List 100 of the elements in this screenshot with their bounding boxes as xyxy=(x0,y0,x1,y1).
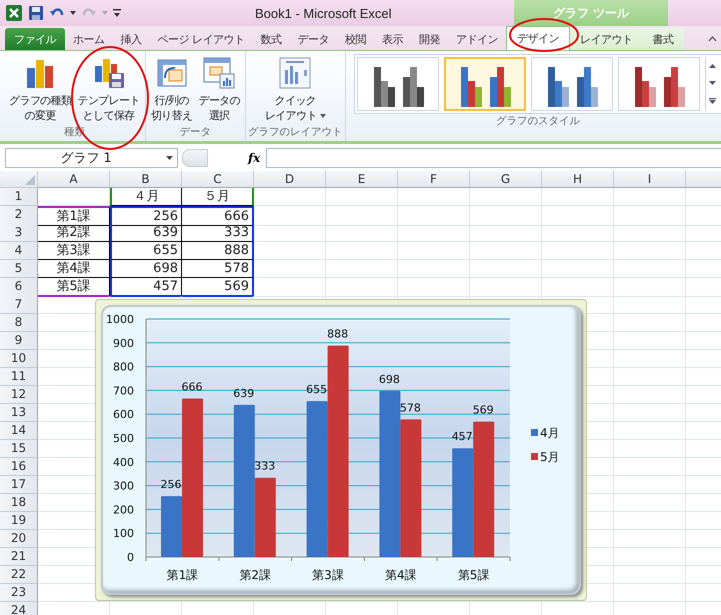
ribbon-tab[interactable]: ページ レイアウト xyxy=(150,28,252,50)
empty-cell xyxy=(254,188,326,206)
chart-style-thumbnail[interactable] xyxy=(356,57,439,111)
row-header[interactable]: 19 xyxy=(0,512,38,530)
row-header[interactable]: 21 xyxy=(0,548,38,566)
formula-input-field[interactable] xyxy=(266,148,721,168)
group-label: グラフのスタイル xyxy=(496,114,580,129)
caret-icon[interactable] xyxy=(70,11,76,15)
ribbon-tab[interactable]: 数式 xyxy=(252,28,290,50)
row-header[interactable]: 18 xyxy=(0,494,38,512)
empty-cell xyxy=(254,242,326,260)
row-header[interactable]: 4 xyxy=(0,242,38,260)
ribbon-button[interactable]: 行/列の 切り替え xyxy=(148,54,196,125)
empty-cell xyxy=(326,206,398,226)
more-styles-icon[interactable] xyxy=(709,98,716,104)
column-header[interactable]: G xyxy=(470,171,542,188)
chart-style-thumbnail[interactable] xyxy=(444,57,526,111)
row-header[interactable]: 11 xyxy=(0,368,38,386)
empty-cell xyxy=(614,548,686,566)
column-header[interactable]: F xyxy=(398,171,470,188)
empty-cell xyxy=(326,242,398,260)
axis-tick-label: 100 xyxy=(113,527,134,540)
ribbon-tab[interactable]: 書式 xyxy=(642,28,684,50)
row-header[interactable]: 16 xyxy=(0,458,38,476)
axis-tick-label: 第5課 xyxy=(458,568,490,582)
row-header[interactable]: 20 xyxy=(0,530,38,548)
scroll-up-icon[interactable] xyxy=(709,64,716,68)
table-chart-icon xyxy=(202,56,236,90)
empty-cell xyxy=(614,512,686,530)
empty-cell xyxy=(326,188,398,206)
axis-tick-label: 第3課 xyxy=(312,568,344,582)
empty-cell xyxy=(470,278,542,297)
row-header[interactable]: 12 xyxy=(0,386,38,404)
empty-cell xyxy=(542,224,614,242)
table-cell: 888 xyxy=(182,242,254,260)
axis-tick-label: 500 xyxy=(113,432,134,445)
row-header[interactable]: 13 xyxy=(0,404,38,422)
scroll-down-icon[interactable] xyxy=(709,80,716,85)
table-cell: ５月 xyxy=(182,188,254,206)
customize-menu-icon[interactable] xyxy=(113,9,121,17)
column-header[interactable]: A xyxy=(38,171,110,188)
row-header[interactable]: 24 xyxy=(0,602,38,615)
axis-tick-label: 第4課 xyxy=(384,568,417,582)
ribbon-tab[interactable]: ホーム xyxy=(65,28,112,50)
empty-cell xyxy=(398,260,470,278)
axis-tick-label: 200 xyxy=(113,503,134,516)
chart-style-thumbnail[interactable] xyxy=(618,57,700,111)
file-tab[interactable]: ファイル xyxy=(5,28,65,50)
ribbon-tab[interactable]: 校閲 xyxy=(337,28,374,50)
column-header[interactable]: C xyxy=(182,171,254,188)
ribbon-tab[interactable]: アドイン xyxy=(448,28,506,50)
row-header[interactable]: 3 xyxy=(0,224,38,242)
empty-cell xyxy=(614,278,686,297)
ribbon-tab[interactable]: デザイン xyxy=(506,26,570,50)
row-header[interactable]: 17 xyxy=(0,476,38,494)
column-header[interactable]: D xyxy=(254,171,326,188)
data-label: 698 xyxy=(378,372,400,386)
empty-cell xyxy=(614,350,686,368)
empty-cell xyxy=(614,296,686,314)
empty-cell xyxy=(470,242,542,260)
row-header[interactable]: 1 xyxy=(0,188,38,206)
empty-cell xyxy=(326,224,398,242)
excel-logo-icon[interactable] xyxy=(5,4,23,22)
row-header[interactable]: 2 xyxy=(0,206,38,226)
row-header[interactable]: 15 xyxy=(0,440,38,458)
table-cell: 578 xyxy=(182,260,254,278)
row-header[interactable]: 5 xyxy=(0,260,38,278)
row-header[interactable]: 14 xyxy=(0,422,38,440)
ribbon-tab[interactable]: 開発 xyxy=(411,28,448,50)
ribbon-tab[interactable]: データ xyxy=(290,28,337,50)
row-header[interactable]: 8 xyxy=(0,314,38,332)
ribbon-button[interactable]: データの 選択 xyxy=(195,54,244,125)
ribbon-button[interactable]: テンプレート として保存 xyxy=(74,54,143,125)
ribbon-tab[interactable]: 表示 xyxy=(374,28,411,50)
chart-layout-icon xyxy=(278,56,312,90)
insert-function-button[interactable]: fx xyxy=(242,150,266,164)
resize-grip[interactable] xyxy=(182,148,208,166)
row-header[interactable]: 9 xyxy=(0,332,38,350)
ribbon-tab[interactable]: レイアウト xyxy=(570,28,642,50)
chart-style-thumbnail[interactable] xyxy=(530,57,613,111)
column-header[interactable]: B xyxy=(110,171,182,188)
row-header[interactable]: 6 xyxy=(0,278,38,297)
row-header[interactable]: 23 xyxy=(0,584,38,602)
ribbon-button[interactable]: クイック レイアウト xyxy=(262,54,329,125)
collapse-ribbon-icon[interactable] xyxy=(708,36,717,42)
empty-cell xyxy=(614,260,686,278)
save-icon[interactable] xyxy=(28,5,44,21)
empty-cell xyxy=(470,188,542,206)
name-box[interactable]: グラフ 1 xyxy=(5,148,178,168)
ribbon-tab[interactable]: 挿入 xyxy=(112,28,150,50)
window-title: Book1 - Microsoft Excel xyxy=(255,6,392,20)
legend-label: 4月 xyxy=(540,426,560,440)
table-cell: 666 xyxy=(182,206,254,226)
column-header[interactable]: I xyxy=(614,171,686,188)
column-header[interactable]: E xyxy=(326,171,398,188)
column-header[interactable]: H xyxy=(542,171,614,188)
empty-cell xyxy=(254,278,326,297)
row-header[interactable]: 10 xyxy=(0,350,38,368)
row-header[interactable]: 22 xyxy=(0,566,38,584)
row-header[interactable]: 7 xyxy=(0,296,38,314)
